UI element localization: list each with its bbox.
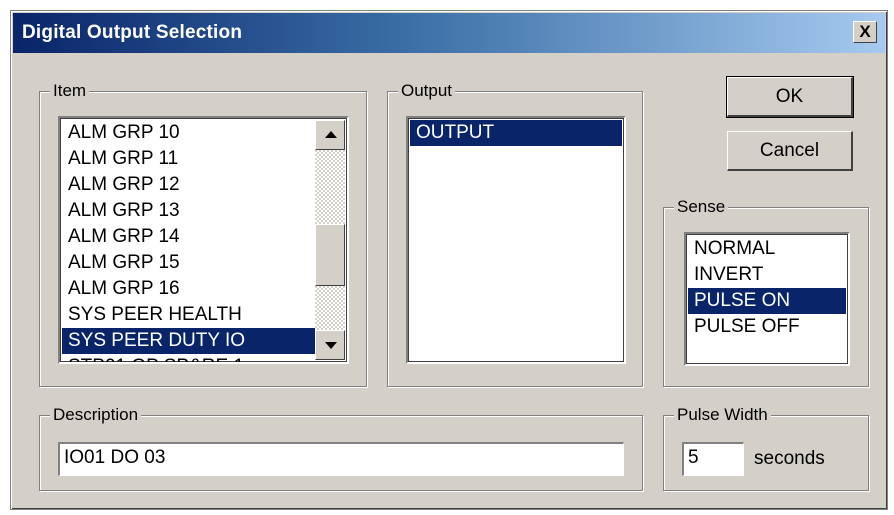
item-list-row[interactable]: ALM GRP 12 [62, 172, 315, 198]
item-group-legend: Item [50, 81, 90, 101]
sense-list-row[interactable]: PULSE OFF [688, 314, 846, 340]
description-group: Description IO01 DO 03 [39, 405, 643, 491]
item-rows: ALM GRP 10 ALM GRP 11 ALM GRP 12 ALM GRP 13… [62, 120, 315, 362]
pulse-width-group-legend: Pulse Width [674, 405, 771, 425]
sense-list-row[interactable]: PULSE ON [688, 288, 846, 314]
item-list-row[interactable]: ALM GRP 10 [62, 120, 315, 146]
item-list-row[interactable]: ALM GRP 14 [62, 224, 315, 250]
description-group-legend: Description [50, 405, 142, 425]
item-list-row[interactable]: ALM GRP 16 [62, 276, 315, 302]
scroll-up-button[interactable] [315, 120, 345, 150]
item-list-row[interactable]: ALM GRP 13 [62, 198, 315, 224]
pulse-width-group: Pulse Width 5 seconds [663, 405, 869, 491]
output-rows: OUTPUT [410, 120, 622, 146]
output-group: Output OUTPUT [387, 81, 643, 387]
sense-rows: NORMAL INVERT PULSE ON PULSE OFF [688, 236, 846, 340]
close-button[interactable]: X [853, 21, 877, 43]
pulse-width-unit: seconds [754, 448, 825, 469]
output-list-row[interactable]: OUTPUT [410, 120, 622, 146]
item-listbox[interactable]: ALM GRP 10 ALM GRP 11 ALM GRP 12 ALM GRP 13… [58, 116, 349, 364]
sense-group: Sense NORMAL INVERT PULSE ON PULSE OFF [663, 197, 869, 387]
scroll-down-arrow-icon [325, 342, 337, 349]
sense-group-legend: Sense [674, 197, 729, 217]
sense-listbox[interactable]: NORMAL INVERT PULSE ON PULSE OFF [684, 232, 850, 366]
cancel-button[interactable]: Cancel [727, 131, 853, 171]
item-list-row[interactable]: SYS PEER HEALTH [62, 302, 315, 328]
description-field[interactable]: IO01 DO 03 [58, 442, 624, 476]
output-listbox[interactable]: OUTPUT [406, 116, 626, 364]
item-list-row[interactable]: SYS PEER DUTY IO [62, 328, 315, 354]
window-title: Digital Output Selection [22, 22, 243, 43]
sense-list-row[interactable]: NORMAL [688, 236, 846, 262]
scroll-down-button[interactable] [315, 330, 345, 360]
item-list-row[interactable]: STP01 GP SP&RE 1 [62, 354, 315, 362]
pulse-width-field[interactable]: 5 [682, 442, 744, 476]
item-scrollbar[interactable] [315, 120, 345, 360]
cancel-button-label: Cancel [759, 140, 820, 161]
output-group-legend: Output [398, 81, 456, 101]
dialog-window: Digital Output Selection X Item ALM GRP … [0, 0, 894, 515]
item-list-row[interactable]: ALM GRP 11 [62, 146, 315, 172]
close-icon: X [859, 22, 871, 41]
scroll-up-arrow-icon [325, 131, 337, 138]
ok-button-label: OK [775, 86, 804, 107]
scroll-thumb[interactable] [315, 224, 345, 286]
title-bar[interactable]: Digital Output Selection X [13, 13, 885, 53]
dialog-frame: Digital Output Selection X Item ALM GRP … [10, 10, 888, 510]
item-list-row[interactable]: ALM GRP 15 [62, 250, 315, 276]
sense-list-row[interactable]: INVERT [688, 262, 846, 288]
item-group: Item ALM GRP 10 ALM GRP 11 ALM GRP 12 ALM G… [39, 81, 367, 387]
ok-button[interactable]: OK [726, 76, 854, 118]
